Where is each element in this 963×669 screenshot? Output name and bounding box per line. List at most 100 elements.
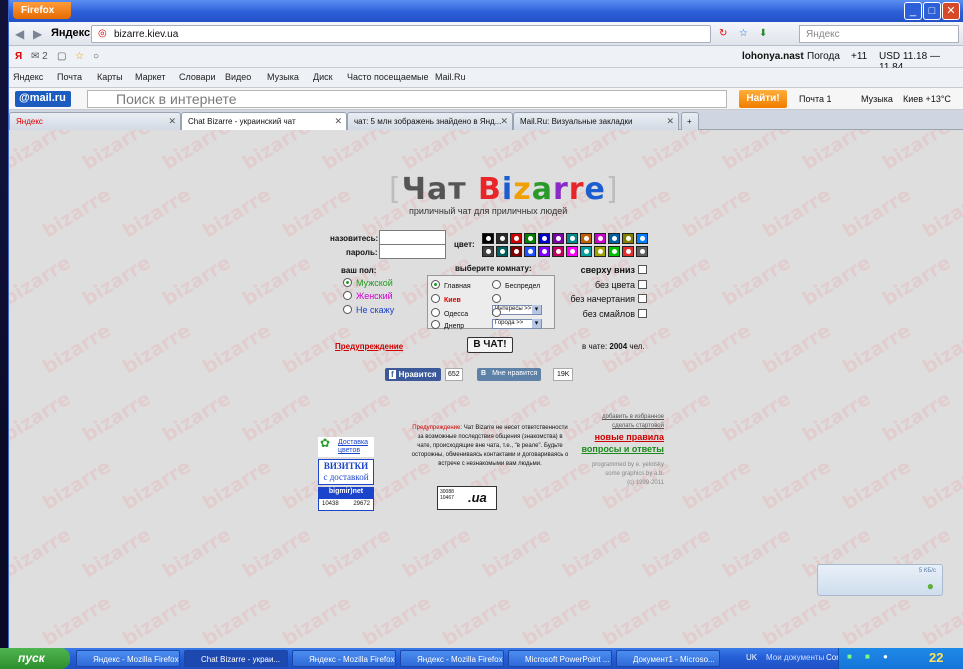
taskbar-item[interactable]: Microsoft PowerPoint ... bbox=[508, 650, 612, 667]
mail-search-button[interactable]: Найти! bbox=[739, 90, 787, 108]
color-swatch[interactable] bbox=[580, 233, 592, 244]
taskbar-item[interactable]: Яндекс - Mozilla Firefox bbox=[76, 650, 180, 667]
new-tab-button[interactable]: + bbox=[681, 112, 699, 130]
color-swatch[interactable] bbox=[496, 246, 508, 257]
business-cards-banner[interactable]: ВИЗИТКИ с доставкой bbox=[318, 459, 374, 485]
color-swatch[interactable] bbox=[622, 246, 634, 257]
minimize-button[interactable]: _ bbox=[904, 2, 922, 20]
firefox-menu-button[interactable]: Firefox bbox=[13, 2, 71, 19]
taskbar-item[interactable]: Яндекс - Mozilla Firefox bbox=[292, 650, 396, 667]
star-icon[interactable]: ☆ bbox=[75, 51, 84, 62]
start-button[interactable]: пуск bbox=[0, 648, 70, 669]
gender-unspecified[interactable]: Не скажу bbox=[343, 305, 394, 315]
bookmark-item[interactable]: Mail.Ru bbox=[435, 72, 466, 82]
color-swatch[interactable] bbox=[510, 246, 522, 257]
clip-icon[interactable]: ▢ bbox=[57, 51, 66, 62]
enter-chat-button[interactable]: В ЧАТ! bbox=[467, 337, 513, 353]
bookmark-item[interactable]: Почта bbox=[57, 72, 82, 82]
quicklaunch-cor[interactable]: Cor bbox=[826, 653, 839, 662]
color-swatch[interactable] bbox=[580, 246, 592, 257]
back-icon[interactable]: ◀ bbox=[15, 27, 24, 41]
add-favorites-link[interactable]: добавить в избранное bbox=[584, 413, 664, 422]
music-link[interactable]: Музыка bbox=[861, 94, 893, 104]
bookmark-item[interactable]: Словари bbox=[179, 72, 216, 82]
mail-link[interactable]: Почта 1 bbox=[799, 94, 832, 104]
room-odessa[interactable]: Одесса bbox=[431, 308, 468, 318]
weather-link[interactable]: Погода bbox=[807, 51, 840, 62]
color-swatch[interactable] bbox=[552, 246, 564, 257]
color-swatch[interactable] bbox=[608, 246, 620, 257]
gender-female[interactable]: Женский bbox=[343, 291, 393, 301]
color-swatch[interactable] bbox=[622, 233, 634, 244]
vk-like-button[interactable]: B Мне нравится bbox=[477, 368, 542, 381]
flowers-banner[interactable]: ✿ Доставка цветов bbox=[318, 437, 374, 457]
option-no-smiles[interactable]: без смайлов bbox=[569, 309, 647, 319]
color-swatch[interactable] bbox=[608, 233, 620, 244]
maximize-button[interactable]: □ bbox=[923, 2, 941, 20]
warning-link[interactable]: Предупреждение bbox=[335, 342, 403, 351]
tab-close-icon[interactable]: ✕ bbox=[334, 116, 342, 127]
download-icon[interactable]: ⬇ bbox=[759, 28, 767, 39]
color-swatch[interactable] bbox=[566, 246, 578, 257]
color-swatch[interactable] bbox=[594, 246, 606, 257]
my-documents-link[interactable]: Мои документы bbox=[766, 653, 824, 662]
color-swatch[interactable] bbox=[594, 233, 606, 244]
facebook-like-button[interactable]: f Нравится bbox=[385, 368, 441, 381]
color-swatch[interactable] bbox=[636, 233, 648, 244]
yandex-x-icon[interactable]: Я bbox=[15, 51, 22, 62]
tab-yandex[interactable]: Яндекс ✕ bbox=[9, 112, 181, 130]
color-swatch[interactable] bbox=[538, 246, 550, 257]
weather-link[interactable]: Киев +13°C bbox=[903, 94, 951, 104]
faq-link[interactable]: вопросы и ответы bbox=[579, 444, 664, 454]
password-input[interactable] bbox=[379, 244, 446, 259]
option-no-color[interactable]: без цвета bbox=[569, 280, 647, 290]
cities-dropdown[interactable]: Города >> bbox=[492, 319, 542, 329]
color-swatch[interactable] bbox=[524, 246, 536, 257]
forward-icon[interactable]: ▶ bbox=[33, 27, 42, 41]
iua-counter[interactable]: 30088 10467 .ua bbox=[437, 486, 497, 510]
option-top-down[interactable]: сверху вниз bbox=[569, 265, 647, 275]
address-bar[interactable]: ◎ bizarre.kiev.ua bbox=[91, 25, 711, 43]
mail-icon[interactable]: ✉ 2 bbox=[31, 51, 48, 62]
bookmark-item[interactable]: Музыка bbox=[267, 72, 299, 82]
color-swatch[interactable] bbox=[482, 246, 494, 257]
room-kiev[interactable]: Киев bbox=[431, 294, 461, 304]
tray-icon[interactable]: ● bbox=[883, 652, 888, 661]
tab-mailru[interactable]: Mail.Ru: Визуальные закладки ✕ bbox=[513, 112, 679, 130]
color-swatch[interactable] bbox=[566, 233, 578, 244]
tab-close-icon[interactable]: ✕ bbox=[500, 116, 508, 127]
rules-link[interactable]: новые правила bbox=[579, 432, 664, 442]
name-input[interactable] bbox=[379, 230, 446, 245]
option-no-style[interactable]: без начертания bbox=[549, 294, 647, 304]
room-dnepr[interactable]: Днепр bbox=[431, 320, 464, 330]
mail-search-input[interactable]: Поиск в интернете bbox=[87, 90, 727, 108]
bookmark-item[interactable]: Яндекс bbox=[13, 72, 43, 82]
room-cities[interactable]: Города >> bbox=[492, 308, 554, 329]
yandex-brand[interactable]: Яндекс bbox=[51, 27, 90, 39]
taskbar-item[interactable]: Chat Bizarre - украи... bbox=[184, 650, 288, 667]
color-swatch[interactable] bbox=[510, 233, 522, 244]
color-swatch[interactable] bbox=[496, 233, 508, 244]
tray-icon[interactable]: ■ bbox=[847, 652, 852, 661]
tab-close-icon[interactable]: ✕ bbox=[168, 116, 176, 127]
color-swatch[interactable] bbox=[538, 233, 550, 244]
bookmark-item[interactable]: Часто посещаемые bbox=[347, 72, 429, 82]
bookmark-item[interactable]: Диск bbox=[313, 72, 333, 82]
mailru-logo[interactable]: @mail.ru bbox=[15, 91, 71, 107]
user-name[interactable]: lohonya.nast bbox=[742, 51, 804, 62]
close-button[interactable]: ✕ bbox=[942, 2, 960, 20]
chat-icon[interactable]: ○ bbox=[93, 51, 99, 62]
gender-male[interactable]: Мужской bbox=[343, 278, 393, 288]
bigmir-counter[interactable]: bigmir)net 10438 29672 bbox=[318, 487, 374, 511]
color-swatch[interactable] bbox=[524, 233, 536, 244]
room-bespredel[interactable]: Беспредел bbox=[492, 280, 540, 290]
room-main[interactable]: Главная bbox=[431, 280, 471, 290]
language-indicator[interactable]: UK bbox=[746, 653, 757, 662]
color-swatch[interactable] bbox=[636, 246, 648, 257]
bookmark-item[interactable]: Карты bbox=[97, 72, 123, 82]
tab-chat-bizarre[interactable]: Chat Bizarre - украинский чат ✕ bbox=[181, 112, 347, 131]
tab-close-icon[interactable]: ✕ bbox=[666, 116, 674, 127]
bookmark-star-icon[interactable]: ☆ bbox=[739, 28, 748, 39]
taskbar-item[interactable]: Яндекс - Mozilla Firefox bbox=[400, 650, 504, 667]
taskbar-item[interactable]: Документ1 - Microso... bbox=[616, 650, 720, 667]
